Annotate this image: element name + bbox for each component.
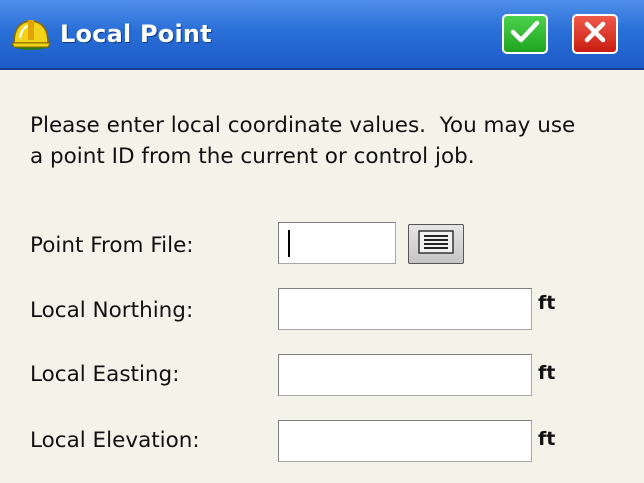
instructions-line-1: Please enter local coordinate values. Yo… — [30, 113, 576, 138]
local-easting-input[interactable] — [278, 354, 532, 396]
local-elevation-unit: ft — [538, 428, 556, 450]
close-icon — [583, 20, 607, 48]
local-easting-unit: ft — [538, 362, 556, 384]
local-northing-label: Local Northing: — [30, 298, 194, 323]
local-northing-input[interactable] — [278, 288, 532, 330]
local-northing-unit: ft — [538, 292, 556, 314]
text-caret — [288, 230, 290, 257]
dialog-content: Please enter local coordinate values. Yo… — [0, 72, 644, 483]
local-point-window: Local Point Please enter local coordinat… — [0, 0, 644, 483]
point-from-file-input[interactable] — [278, 222, 396, 264]
local-elevation-label: Local Elevation: — [30, 428, 200, 453]
hardhat-icon — [10, 16, 52, 52]
local-elevation-input[interactable] — [278, 420, 532, 462]
point-list-button[interactable] — [408, 224, 464, 264]
close-button[interactable] — [572, 14, 618, 54]
point-from-file-label: Point From File: — [30, 233, 194, 258]
checkmark-icon — [510, 19, 540, 49]
list-icon — [418, 230, 454, 258]
instructions-line-2: a point ID from the current or control j… — [30, 144, 475, 169]
window-title: Local Point — [60, 20, 212, 48]
ok-button[interactable] — [502, 14, 548, 54]
instructions-text: Please enter local coordinate values. Yo… — [30, 110, 630, 172]
local-easting-label: Local Easting: — [30, 362, 180, 387]
title-bar: Local Point — [0, 0, 644, 70]
